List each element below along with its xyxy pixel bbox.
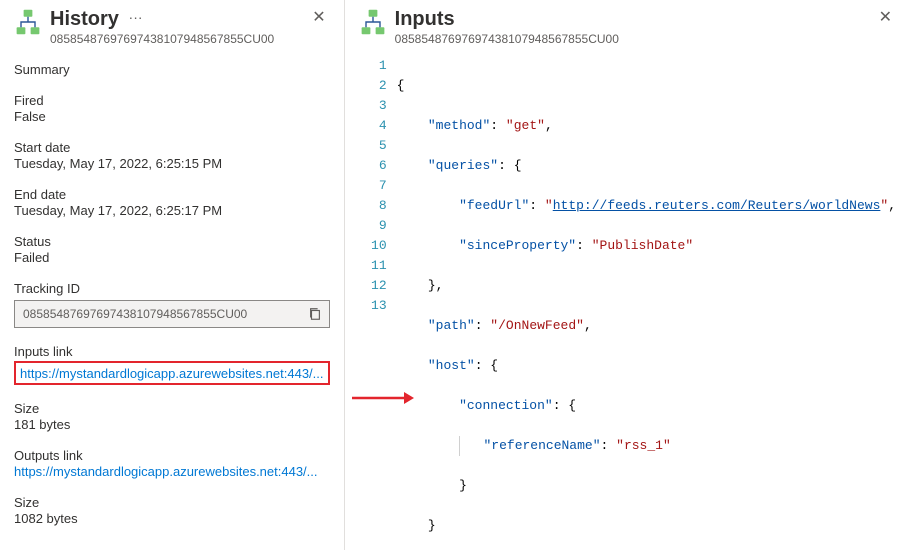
history-panel: History ··· 0858548769769743810794856785… (0, 0, 345, 550)
status-label: Status (14, 234, 330, 249)
tracking-id-field: 08585487697697438107948567855CU00 (14, 300, 330, 328)
tracking-id-label: Tracking ID (14, 281, 330, 296)
summary-label: Summary (14, 62, 330, 77)
inputs-link-label: Inputs link (14, 344, 330, 359)
history-subtitle: 08585487697697438107948567855CU00 (50, 32, 300, 46)
json-path: /OnNewFeed (498, 318, 576, 333)
inputs-size-value: 181 bytes (14, 417, 330, 432)
code-content[interactable]: { "method": "get", "queries": { "feedUrl… (397, 56, 896, 536)
end-date-value: Tuesday, May 17, 2022, 6:25:17 PM (14, 203, 330, 218)
inputs-size-label: Size (14, 401, 330, 416)
tracking-id-value: 08585487697697438107948567855CU00 (15, 307, 301, 321)
history-title: History (50, 8, 119, 30)
start-date-value: Tuesday, May 17, 2022, 6:25:15 PM (14, 156, 330, 171)
end-date-label: End date (14, 187, 330, 202)
outputs-size-value: 1082 bytes (14, 511, 330, 526)
line-gutter: 12345678910111213 (359, 56, 397, 536)
outputs-size-label: Size (14, 495, 330, 510)
json-since-property: PublishDate (600, 238, 686, 253)
fired-value: False (14, 109, 330, 124)
inputs-panel: Inputs 08585487697697438107948567855CU00… (345, 0, 910, 550)
outputs-link[interactable]: https://mystandardlogicapp.azurewebsites… (14, 464, 330, 479)
hierarchy-icon (359, 8, 387, 39)
status-value: Failed (14, 250, 330, 265)
close-icon[interactable]: ✕ (308, 8, 329, 28)
close-icon[interactable]: ✕ (875, 8, 896, 28)
more-icon[interactable]: ··· (123, 8, 149, 26)
fired-label: Fired (14, 93, 330, 108)
outputs-link-label: Outputs link (14, 448, 330, 463)
inputs-link[interactable]: https://mystandardlogicapp.azurewebsites… (20, 366, 324, 381)
hierarchy-icon (14, 8, 42, 39)
history-header: History ··· 0858548769769743810794856785… (14, 8, 330, 46)
json-editor[interactable]: 12345678910111213 { "method": "get", "qu… (359, 56, 896, 536)
json-feed-url[interactable]: http://feeds.reuters.com/Reuters/worldNe… (553, 198, 881, 213)
json-method: get (514, 118, 537, 133)
json-reference-name: rss_1 (624, 438, 663, 453)
copy-icon[interactable] (301, 301, 329, 327)
inputs-header: Inputs 08585487697697438107948567855CU00… (359, 8, 896, 46)
start-date-label: Start date (14, 140, 330, 155)
inputs-subtitle: 08585487697697438107948567855CU00 (395, 32, 867, 46)
inputs-title: Inputs (395, 8, 455, 30)
inputs-link-highlight: https://mystandardlogicapp.azurewebsites… (14, 361, 330, 385)
